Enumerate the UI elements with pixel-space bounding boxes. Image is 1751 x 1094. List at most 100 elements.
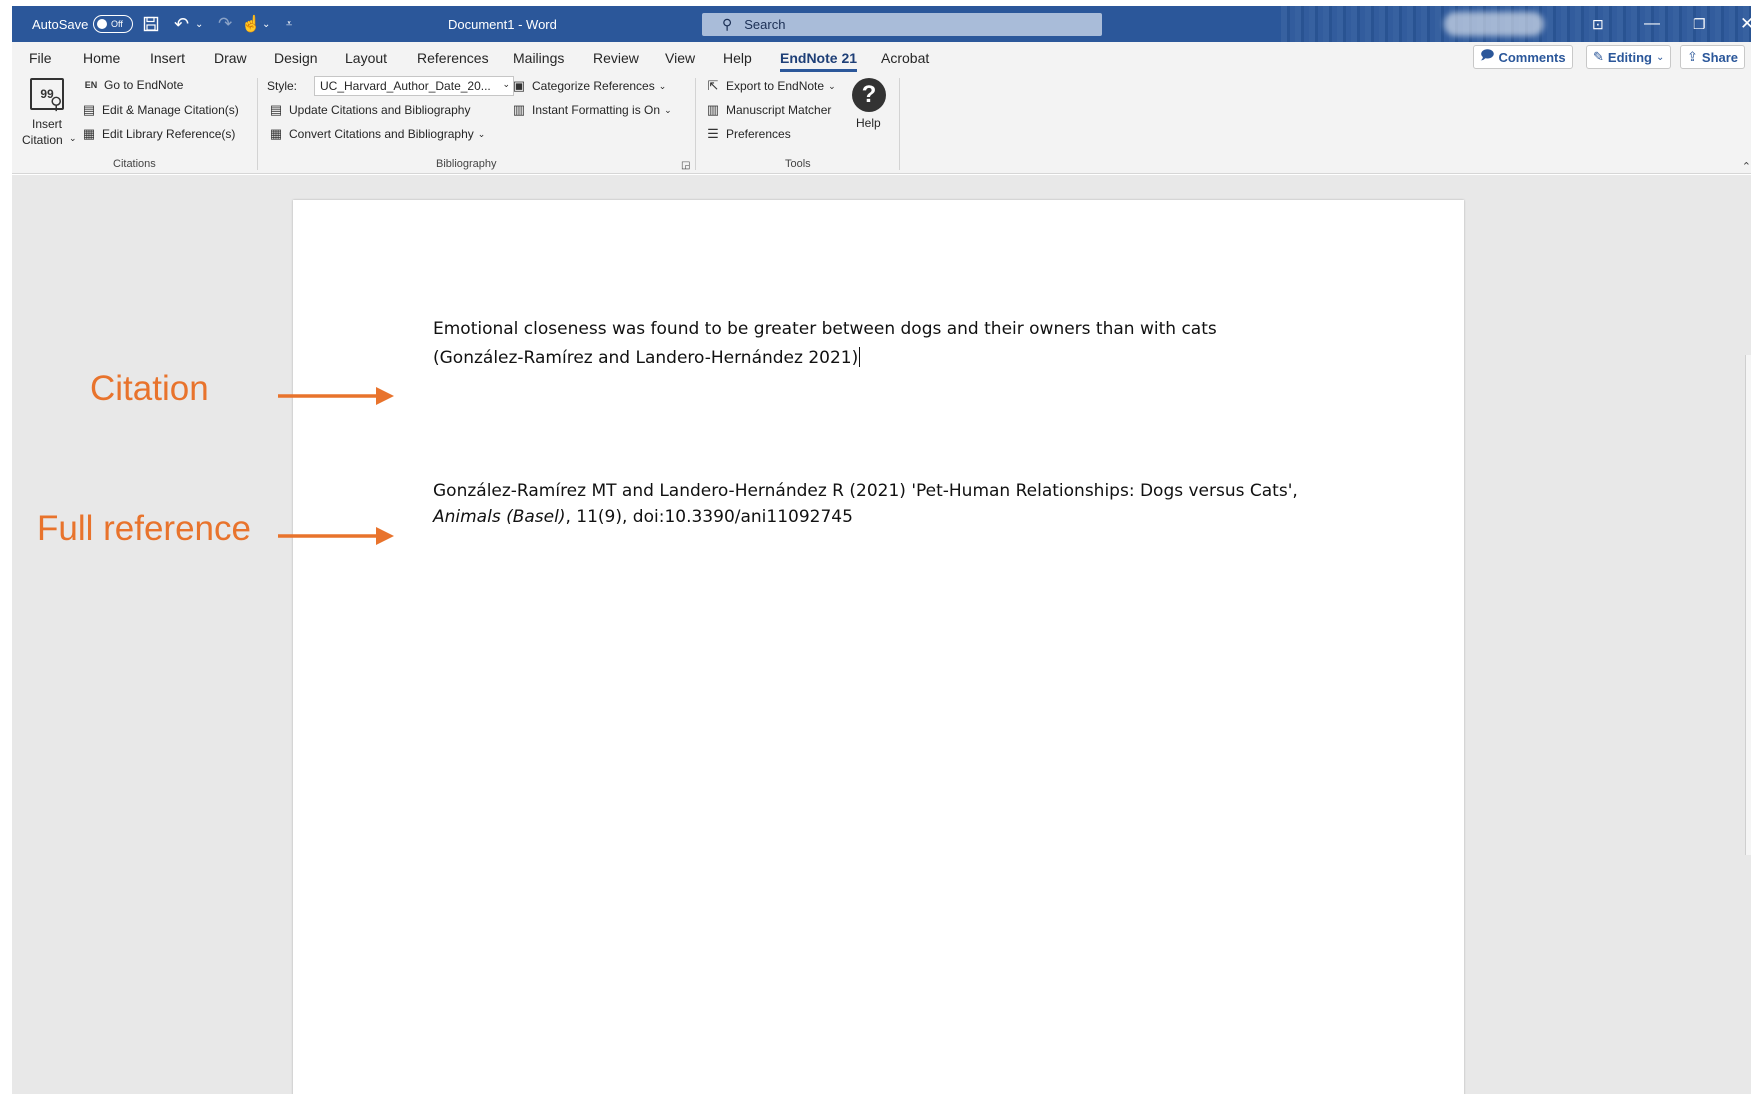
editing-mode-button[interactable]: ✎ Editing ⌄: [1586, 45, 1672, 69]
group-separator: [899, 78, 900, 170]
categorize-label: Categorize References: [532, 79, 655, 93]
pencil-icon: ✎: [1593, 49, 1604, 64]
save-icon[interactable]: [143, 6, 159, 42]
chevron-down-icon: ⌄: [828, 80, 836, 91]
chevron-down-icon: ⌄: [658, 80, 667, 91]
magnifier-icon: ⚲: [50, 94, 63, 113]
tab-draw[interactable]: Draw: [214, 50, 247, 66]
help-icon: ?: [852, 78, 886, 112]
account-avatar[interactable]: [1444, 12, 1544, 36]
update-icon: ▤: [269, 102, 283, 117]
citations-group-label: Citations: [113, 158, 156, 170]
tab-review[interactable]: Review: [593, 50, 639, 66]
autosave-toggle[interactable]: Off: [93, 15, 133, 33]
in-text-citation-text: (González-Ramírez and Landero-Hernández …: [433, 348, 859, 368]
citation-annotation-label: Citation: [90, 369, 209, 408]
convert-label: Convert Citations and Bibliography: [289, 127, 474, 141]
autosave-label: AutoSave: [32, 16, 89, 32]
undo-icon[interactable]: ↶: [174, 6, 189, 42]
vertical-scrollbar[interactable]: [1745, 355, 1751, 855]
export-icon: ⇱: [707, 78, 719, 93]
style-dropdown[interactable]: UC_Harvard_Author_Date_20... ⌄: [314, 76, 514, 96]
manuscript-label: Manuscript Matcher: [726, 103, 832, 117]
citation-sentence: Emotional closeness was found to be grea…: [433, 319, 1217, 339]
search-icon: ⚲: [722, 16, 733, 32]
chevron-down-icon: ⌄: [69, 133, 77, 143]
edit-citation-icon: ▤: [82, 102, 96, 117]
editing-label: Editing: [1607, 49, 1652, 65]
dialog-launcher-icon[interactable]: ◲: [681, 160, 690, 171]
share-label: Share: [1701, 49, 1739, 65]
ribbon-display-options-icon[interactable]: ⊡: [1592, 6, 1604, 42]
collapse-ribbon-icon[interactable]: ⌃: [1742, 160, 1751, 173]
touch-mode-icon[interactable]: ☝: [241, 6, 261, 42]
ribbon-tabs: File Home Insert Draw Design Layout Refe…: [12, 42, 1751, 74]
library-reference-icon: ▦: [82, 126, 96, 141]
manuscript-matcher-button[interactable]: ▥ Manuscript Matcher: [706, 102, 832, 118]
style-label: Style:: [267, 79, 298, 93]
edit-library-reference-button[interactable]: ▦ Edit Library Reference(s): [82, 126, 236, 142]
document-page[interactable]: Emotional closeness was found to be grea…: [293, 200, 1464, 1094]
tab-design[interactable]: Design: [274, 50, 318, 66]
categorize-references-button[interactable]: ▣ Categorize References ⌄: [512, 78, 666, 94]
preferences-button[interactable]: ☰ Preferences: [706, 126, 791, 142]
redo-icon[interactable]: ↷: [218, 6, 232, 42]
minimize-icon[interactable]: —: [1644, 6, 1660, 42]
tab-file[interactable]: File: [29, 50, 52, 66]
export-label: Export to EndNote: [726, 79, 825, 93]
formatting-icon: ▥: [512, 102, 526, 117]
share-icon: ⇪: [1687, 49, 1698, 64]
title-bar: AutoSave Off ↶ ⌄ ↷ ☝ ⌄ ⩡ Document1 - Wor…: [12, 6, 1751, 42]
close-icon[interactable]: ✕: [1740, 6, 1751, 42]
tab-home[interactable]: Home: [83, 50, 120, 66]
share-button[interactable]: ⇪ Share: [1680, 45, 1746, 69]
tab-view[interactable]: View: [665, 50, 695, 66]
reference-annotation-label: Full reference: [37, 509, 251, 548]
preferences-label: Preferences: [726, 127, 791, 141]
edit-library-label: Edit Library Reference(s): [102, 127, 236, 141]
word-window: AutoSave Off ↶ ⌄ ↷ ☝ ⌄ ⩡ Document1 - Wor…: [0, 0, 1751, 1094]
document-canvas: Emotional closeness was found to be grea…: [12, 175, 1751, 1094]
convert-icon: ▦: [269, 126, 283, 141]
undo-dropdown-icon[interactable]: ⌄: [195, 6, 203, 42]
update-citations-button[interactable]: ▤ Update Citations and Bibliography: [269, 102, 471, 118]
export-to-endnote-button[interactable]: ⇱ Export to EndNote ⌄: [706, 78, 836, 94]
tab-help[interactable]: Help: [723, 50, 752, 66]
go-to-endnote-label: Go to EndNote: [104, 78, 184, 92]
customize-toolbar-icon[interactable]: ⩡: [286, 6, 292, 42]
endnote-ribbon: 99 ⚲ Insert Citation ⌄ EN Go to EndNote ▤…: [12, 74, 1751, 174]
tab-mailings[interactable]: Mailings: [513, 50, 564, 66]
convert-citations-button[interactable]: ▦ Convert Citations and Bibliography ⌄: [269, 126, 485, 142]
categorize-icon: ▣: [512, 78, 526, 93]
reference-arrow: [278, 527, 394, 545]
sliders-icon: ☰: [707, 126, 719, 141]
restore-icon[interactable]: ❐: [1693, 6, 1706, 42]
tab-layout[interactable]: Layout: [345, 50, 387, 66]
document-title: Document1 - Word: [448, 16, 557, 32]
help-label: Help: [856, 116, 881, 130]
comments-button[interactable]: 🗩 Comments: [1473, 45, 1573, 69]
search-box[interactable]: ⚲ Search: [702, 13, 1102, 36]
reference-details: , 11(9), doi:10.3390/ani11092745: [565, 507, 853, 527]
toggle-knob: [97, 19, 107, 29]
touch-mode-dropdown-icon[interactable]: ⌄: [262, 6, 270, 42]
tab-endnote[interactable]: EndNote 21: [780, 50, 858, 72]
edit-manage-citations-button[interactable]: ▤ Edit & Manage Citation(s): [82, 102, 239, 118]
group-separator: [257, 78, 258, 170]
update-label: Update Citations and Bibliography: [289, 103, 471, 117]
reference-line-1: González-Ramírez MT and Landero-Hernánde…: [433, 481, 1298, 501]
instant-formatting-button[interactable]: ▥ Instant Formatting is On ⌄: [512, 102, 672, 118]
bibliography-group-label: Bibliography: [436, 158, 497, 170]
citation-arrow: [278, 387, 394, 405]
chevron-down-icon: ⌄: [477, 128, 486, 139]
tools-group-label: Tools: [785, 158, 811, 170]
text-caret: [859, 347, 861, 367]
chevron-down-icon: ⌄: [502, 79, 510, 89]
comment-icon: 🗩: [1480, 47, 1495, 62]
tab-acrobat[interactable]: Acrobat: [881, 50, 929, 66]
in-text-citation: (González-Ramírez and Landero-Hernández …: [433, 347, 861, 368]
tab-insert[interactable]: Insert: [150, 50, 185, 66]
go-to-endnote-button[interactable]: EN Go to EndNote: [84, 78, 184, 92]
tab-references[interactable]: References: [417, 50, 489, 66]
endnote-icon: EN: [84, 80, 98, 90]
